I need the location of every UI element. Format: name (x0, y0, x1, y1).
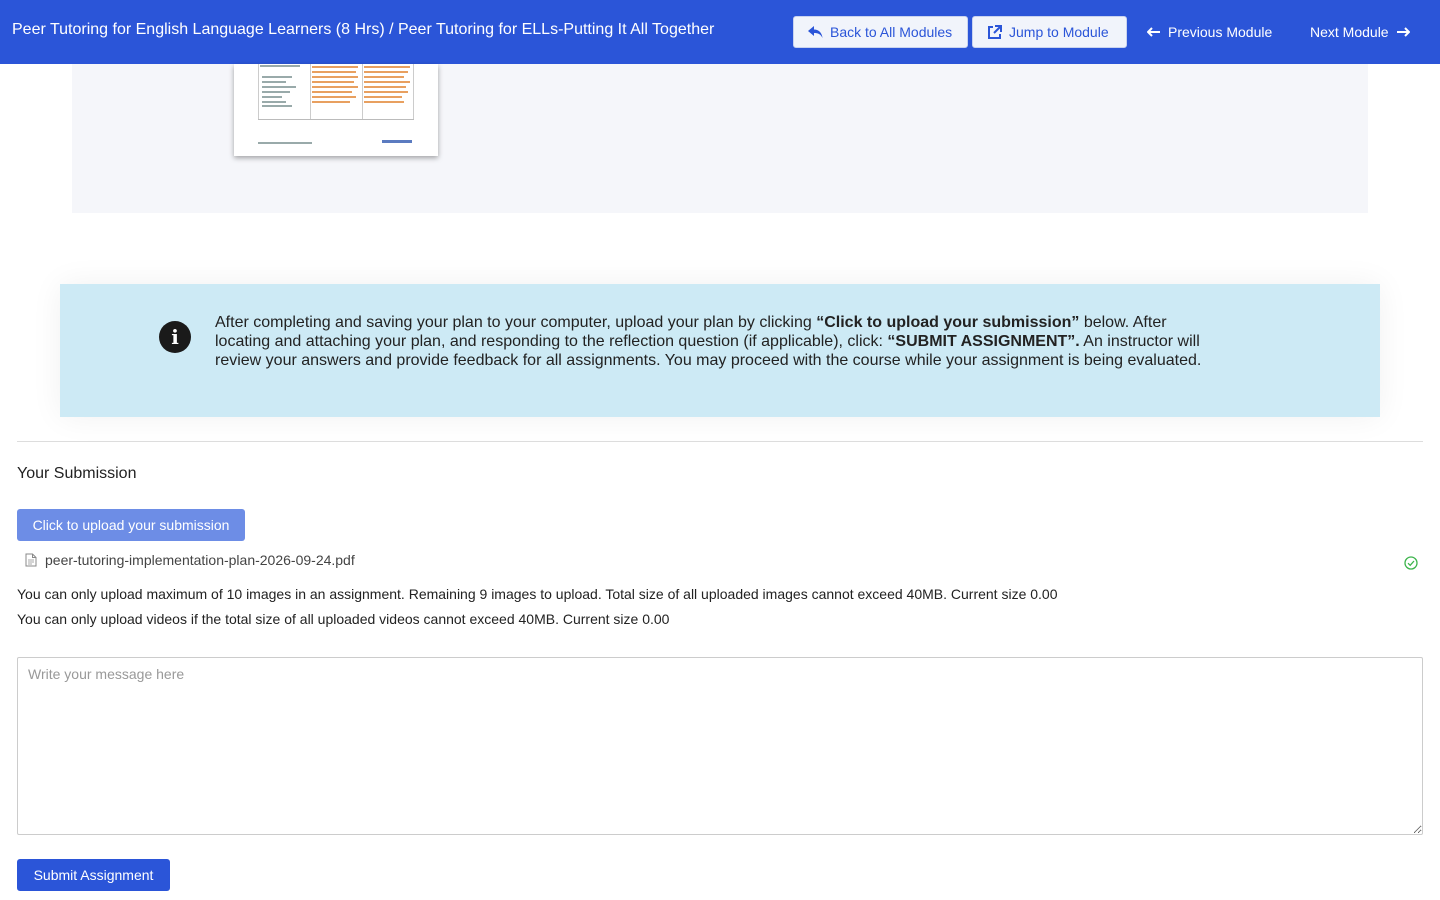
section-divider (17, 441, 1423, 442)
jump-to-module-button[interactable]: Jump to Module (972, 16, 1127, 48)
instructions-callout: i After completing and saving your plan … (60, 284, 1380, 417)
arrow-right-icon (1396, 27, 1410, 37)
external-link-icon (988, 24, 1002, 39)
your-submission-heading: Your Submission (17, 465, 137, 482)
back-to-all-modules-button[interactable]: Back to All Modules (793, 16, 968, 48)
image-limit-note: You can only upload maximum of 10 images… (17, 586, 1058, 602)
document-thumbnail (234, 64, 438, 156)
previous-module-link[interactable]: Previous Module (1140, 16, 1272, 48)
top-navigation-bar: Peer Tutoring for English Language Learn… (0, 0, 1440, 64)
back-to-all-modules-label: Back to All Modules (830, 24, 953, 40)
document-preview-panel (72, 64, 1368, 213)
instructions-text: After completing and saving your plan to… (215, 314, 1202, 369)
check-circle-icon (1404, 556, 1418, 570)
upload-submission-button[interactable]: Click to upload your submission (17, 509, 245, 541)
jump-to-module-label: Jump to Module (1009, 24, 1109, 40)
next-module-label: Next Module (1310, 24, 1389, 40)
video-limit-note: You can only upload videos if the total … (17, 611, 670, 627)
breadcrumb: Peer Tutoring for English Language Learn… (12, 21, 715, 38)
uploaded-file-item[interactable]: peer-tutoring-implementation-plan-2026-0… (25, 552, 355, 568)
arrow-left-icon (1147, 27, 1160, 37)
previous-module-label: Previous Module (1168, 24, 1273, 40)
message-textarea[interactable] (17, 657, 1423, 835)
reply-icon (808, 25, 823, 38)
info-icon: i (159, 321, 191, 353)
submit-assignment-button[interactable]: Submit Assignment (17, 859, 170, 891)
next-module-link[interactable]: Next Module (1310, 16, 1417, 48)
uploaded-file-name: peer-tutoring-implementation-plan-2026-0… (45, 552, 355, 568)
file-icon (25, 553, 37, 567)
